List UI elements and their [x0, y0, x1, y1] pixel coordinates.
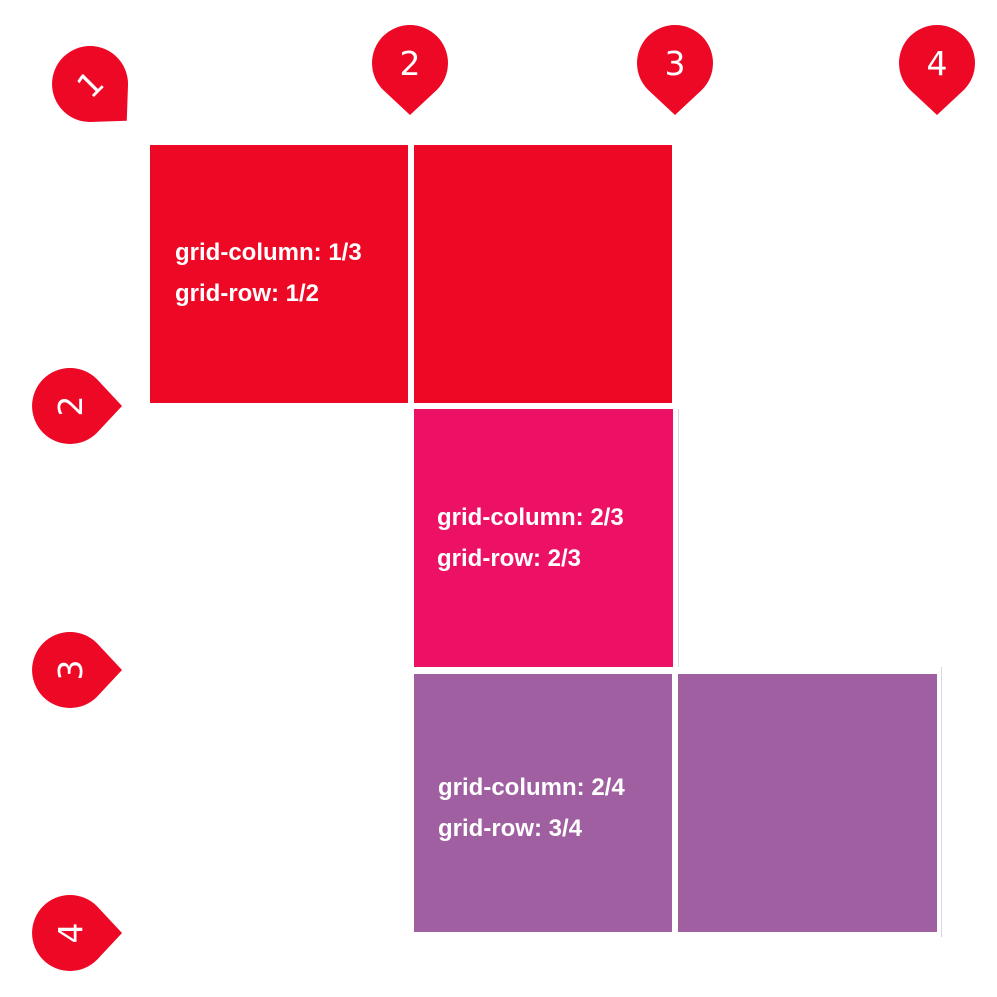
row-line-marker-2: 2	[32, 368, 122, 444]
column-line-marker-3: 3	[637, 25, 713, 115]
row-line-marker-3: 3	[32, 632, 122, 708]
column-line-marker-2: 2	[372, 25, 448, 115]
row-line-marker-4: 4	[32, 895, 122, 971]
line-markers: 1 2 3 4 2 3 4	[32, 25, 975, 971]
column-line-marker-1: 1	[36, 30, 154, 148]
svg-text:2: 2	[51, 396, 90, 417]
svg-text:4: 4	[927, 44, 948, 83]
svg-text:2: 2	[400, 44, 421, 83]
column-line-marker-4: 4	[899, 25, 975, 115]
svg-text:3: 3	[51, 660, 90, 681]
svg-text:4: 4	[51, 923, 90, 944]
css-grid-diagram: grid-column: 1/3 grid-row: 1/2 grid-colu…	[0, 0, 997, 997]
svg-text:3: 3	[665, 44, 686, 83]
